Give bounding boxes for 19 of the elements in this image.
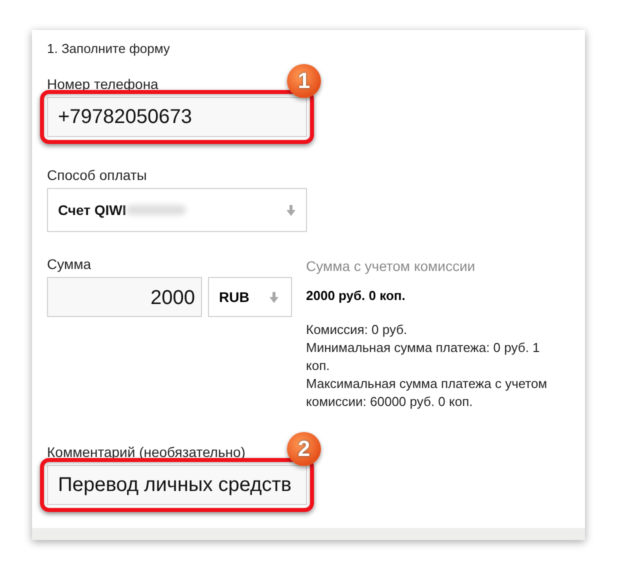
amount-field[interactable]: 2000 bbox=[47, 277, 202, 317]
field-label: Номер телефона bbox=[47, 76, 158, 92]
field-label: Сумма bbox=[47, 256, 92, 272]
field-label: Комментарий (необязательно) bbox=[47, 444, 246, 460]
total-value: 2000 руб. 0 коп. bbox=[306, 288, 406, 303]
phone-field[interactable]: +79782050673 bbox=[47, 97, 307, 137]
number-badge: 1 bbox=[287, 64, 321, 98]
dropdown-arrow-icon bbox=[269, 292, 279, 302]
dropdown-arrow-icon bbox=[286, 204, 296, 216]
payment-method-select[interactable]: Счет QIWI bbox=[47, 188, 307, 232]
fee-info: Минимальная сумма платежа: 0 руб. 1 коп. bbox=[306, 339, 541, 375]
field-label: Способ оплаты bbox=[47, 167, 147, 183]
comment-field[interactable]: Перевод личных средств bbox=[47, 465, 307, 505]
total-label: Сумма с учетом комиссии bbox=[306, 258, 476, 274]
currency-select[interactable]: RUB bbox=[208, 277, 292, 317]
step-title: 1. Заполните форму bbox=[47, 41, 171, 56]
fee-info: Комиссия: 0 руб. bbox=[306, 321, 408, 339]
fee-info: Максимальная сумма платежа с учетом комиссии: 60000 руб. 0 коп. bbox=[306, 375, 548, 411]
number-badge: 2 bbox=[287, 432, 321, 466]
